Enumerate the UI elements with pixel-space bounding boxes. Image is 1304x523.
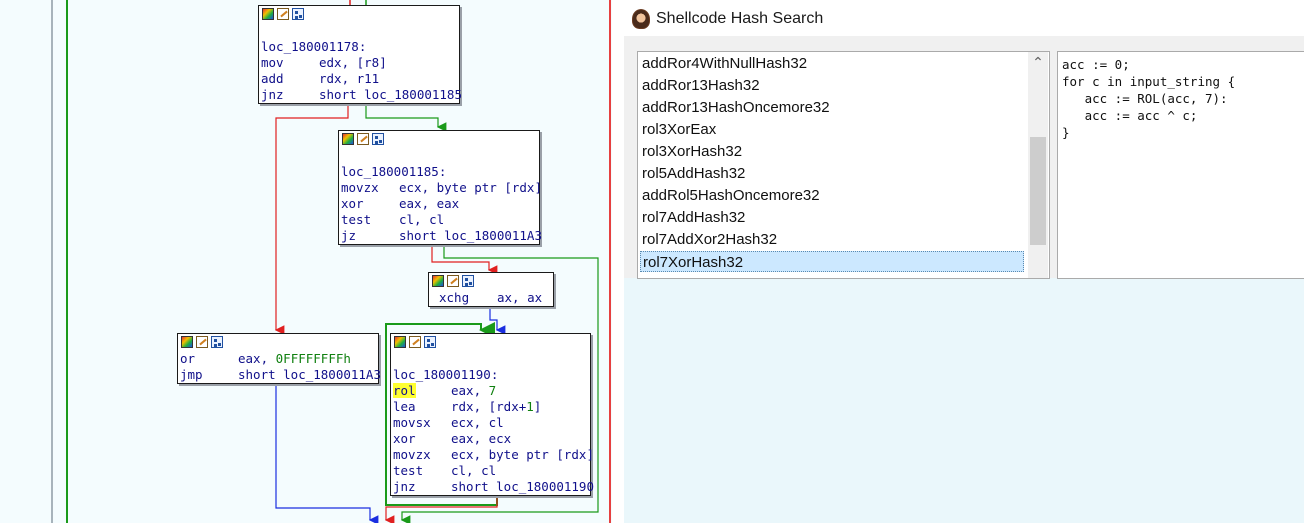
color-palette-icon[interactable] bbox=[342, 133, 354, 145]
graph-overview-icon[interactable] bbox=[211, 336, 223, 348]
block-header bbox=[391, 334, 590, 351]
shellcode-hash-search-panel: Shellcode Hash Search addRor4WithNullHas… bbox=[612, 0, 1304, 523]
panel-title: Shellcode Hash Search bbox=[656, 10, 824, 27]
graph-overview-icon[interactable] bbox=[292, 8, 304, 20]
asm-line[interactable]: test cl, cl bbox=[391, 463, 590, 479]
edit-pencil-icon[interactable] bbox=[357, 133, 369, 145]
list-item[interactable]: rol3XorEax bbox=[640, 119, 1024, 140]
color-palette-icon[interactable] bbox=[181, 336, 193, 348]
edit-pencil-icon[interactable] bbox=[409, 336, 421, 348]
block-label[interactable]: loc_180001190: bbox=[391, 367, 590, 383]
edit-pencil-icon[interactable] bbox=[447, 275, 459, 287]
algorithm-description-box[interactable]: acc := 0; for c in input_string { acc :=… bbox=[1057, 51, 1304, 279]
asm-line[interactable]: mov edx, [r8] bbox=[259, 55, 459, 71]
asm-line[interactable]: xchg ax, ax bbox=[429, 290, 553, 306]
asm-line[interactable]: add rdx, r11 bbox=[259, 71, 459, 87]
list-item[interactable]: rol7AddHash32 bbox=[640, 207, 1024, 228]
graph-overview-icon[interactable] bbox=[424, 336, 436, 348]
highlighted-mnemonic[interactable]: rol bbox=[393, 383, 416, 398]
graph-block-or-jmp[interactable]: or eax, 0FFFFFFFFh jmp short loc_1800011A3 bbox=[177, 333, 381, 384]
block-header bbox=[178, 334, 378, 351]
edit-pencil-icon[interactable] bbox=[196, 336, 208, 348]
asm-line[interactable]: or eax, 0FFFFFFFFh bbox=[178, 351, 378, 367]
block-header bbox=[429, 273, 553, 290]
asm-line[interactable]: jmp short loc_1800011A3 bbox=[178, 367, 381, 383]
asm-line[interactable]: jnz short loc_180001185 bbox=[259, 87, 462, 103]
scrollbar-thumb[interactable] bbox=[1030, 137, 1046, 245]
edit-pencil-icon[interactable] bbox=[277, 8, 289, 20]
hash-algorithm-list[interactable]: addRor4WithNullHash32 addRor13Hash32 add… bbox=[637, 51, 1050, 279]
list-scrollbar[interactable]: ⌃ bbox=[1028, 52, 1048, 278]
asm-line[interactable]: movzx ecx, byte ptr [rdx] bbox=[391, 447, 594, 463]
list-item[interactable]: rol7AddXor2Hash32 bbox=[640, 229, 1024, 250]
list-item[interactable]: addRor13Hash32 bbox=[640, 75, 1024, 96]
graph-block-loc-180001185[interactable]: loc_180001185: movzx ecx, byte ptr [rdx] … bbox=[338, 130, 542, 245]
asm-line[interactable]: rol eax, 7 bbox=[391, 383, 590, 399]
list-item[interactable]: rol3XorHash32 bbox=[640, 141, 1024, 162]
list-item[interactable]: addRor13HashOncemore32 bbox=[640, 97, 1024, 118]
algorithm-pseudocode: acc := 0; for c in input_string { acc :=… bbox=[1062, 57, 1236, 140]
chevron-up-icon[interactable]: ⌃ bbox=[1028, 52, 1048, 74]
asm-line[interactable]: test cl, cl bbox=[339, 212, 539, 228]
asm-line[interactable]: xor eax, ecx bbox=[391, 431, 590, 447]
asm-line[interactable]: xor eax, eax bbox=[339, 196, 539, 212]
color-palette-icon[interactable] bbox=[262, 8, 274, 20]
panel-content: addRor4WithNullHash32 addRor13Hash32 add… bbox=[624, 36, 1304, 523]
asm-line[interactable]: movzx ecx, byte ptr [rdx] bbox=[339, 180, 542, 196]
list-item[interactable]: addRor4WithNullHash32 bbox=[640, 53, 1024, 74]
asm-line[interactable]: lea rdx, [rdx+1] bbox=[391, 399, 590, 415]
color-palette-icon[interactable] bbox=[432, 275, 444, 287]
asm-line[interactable]: jnz short loc_180001190 bbox=[391, 479, 594, 495]
color-palette-icon[interactable] bbox=[394, 336, 406, 348]
graph-view[interactable]: loc_180001178: mov edx, [r8] add rdx, r11 … bbox=[0, 0, 612, 523]
asm-line[interactable]: jz short loc_1800011A3 bbox=[339, 228, 542, 244]
block-label[interactable]: loc_180001185: bbox=[339, 164, 539, 180]
graph-overview-icon[interactable] bbox=[462, 275, 474, 287]
graph-block-loc-180001178[interactable]: loc_180001178: mov edx, [r8] add rdx, r11 … bbox=[258, 5, 462, 104]
asm-line[interactable]: movsx ecx, cl bbox=[391, 415, 590, 431]
block-header bbox=[339, 131, 539, 148]
list-item[interactable]: rol5AddHash32 bbox=[640, 163, 1024, 184]
graph-overview-icon[interactable] bbox=[372, 133, 384, 145]
graph-splitter[interactable] bbox=[609, 0, 611, 523]
panel-title-bar: Shellcode Hash Search bbox=[632, 8, 823, 30]
graph-block-loc-180001190[interactable]: loc_180001190: rol eax, 7 lea rdx, [rdx+1]… bbox=[390, 333, 594, 496]
plugin-avatar-icon bbox=[632, 9, 650, 29]
list-item-selected[interactable]: rol7XorHash32 bbox=[640, 251, 1024, 272]
graph-block-xchg[interactable]: xchg ax, ax bbox=[428, 272, 554, 307]
list-item[interactable]: addRol5HashOncemore32 bbox=[640, 185, 1024, 206]
block-label[interactable]: loc_180001178: bbox=[259, 39, 459, 55]
block-header bbox=[259, 6, 459, 23]
